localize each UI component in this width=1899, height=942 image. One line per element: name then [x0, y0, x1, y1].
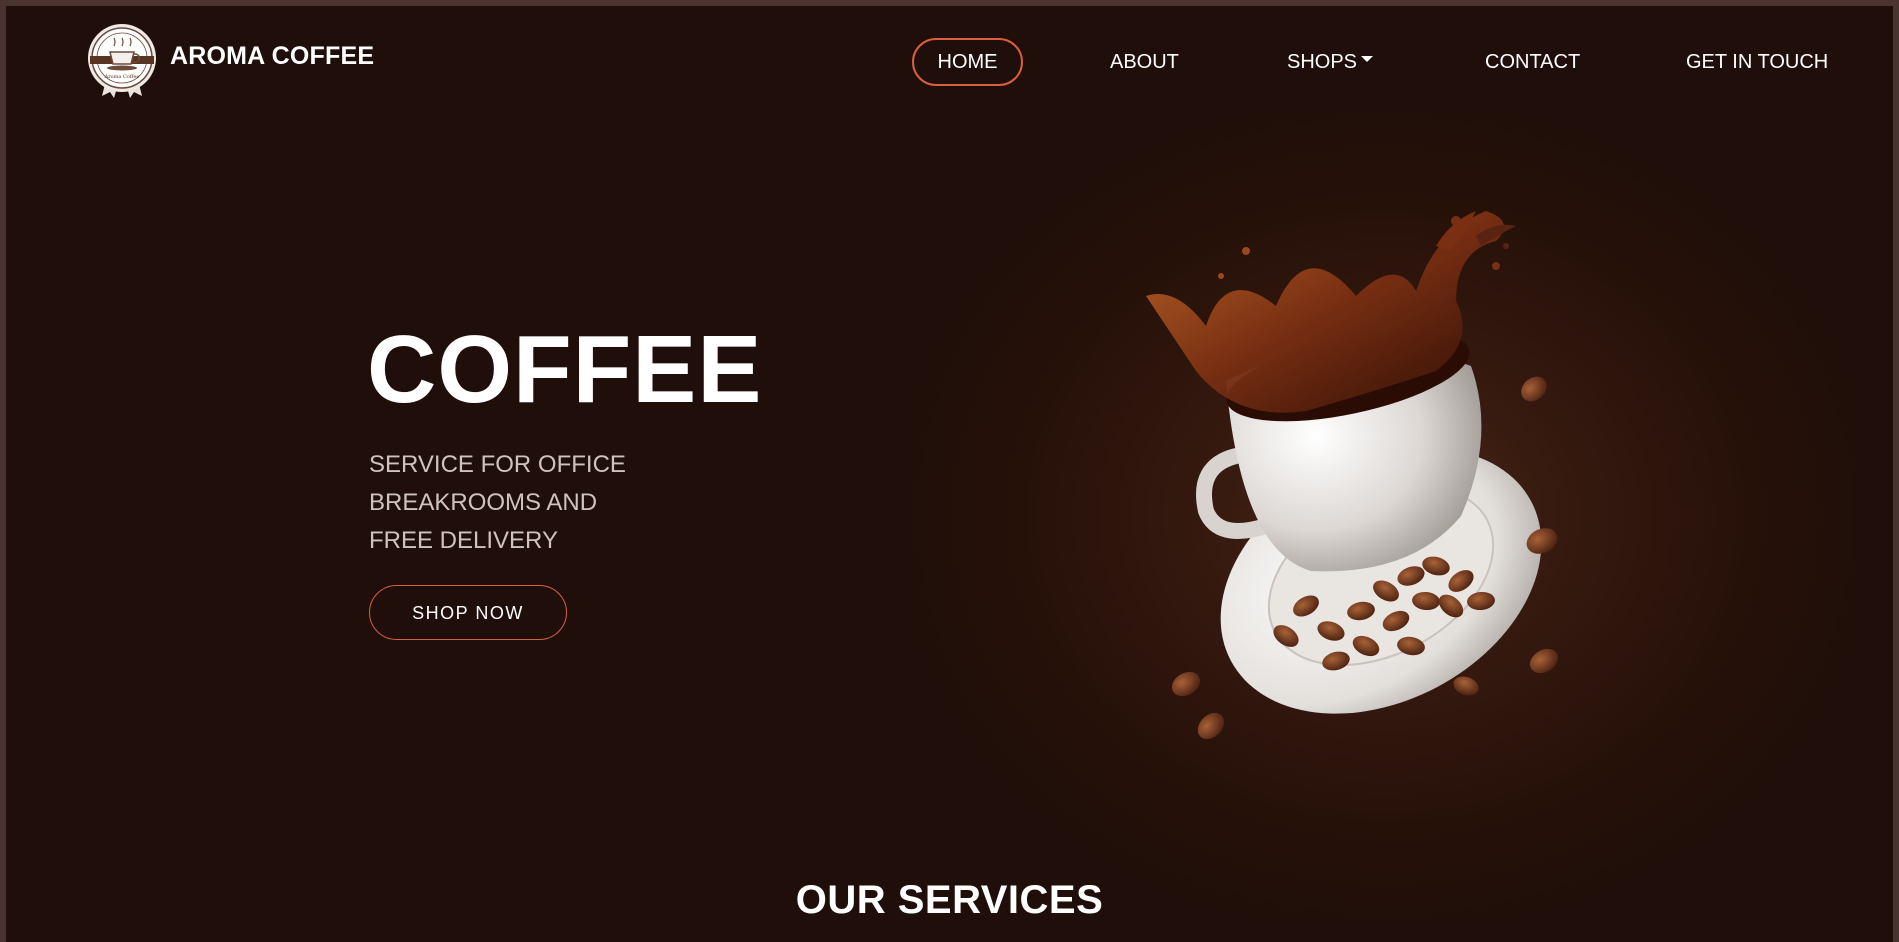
hero-subtitle: SERVICE FOR OFFICE BREAKROOMS AND FREE D…	[369, 446, 669, 560]
services-title: OUR SERVICES	[795, 878, 1104, 922]
nav-item-home[interactable]: HOME	[912, 38, 1023, 86]
nav-item-contact[interactable]: CONTACT	[1485, 38, 1580, 86]
site-header: Aroma Coffee AROMA COFFEE HOME ABOUT SHO…	[6, 6, 1893, 116]
hero-subtitle-line: SERVICE FOR OFFICE	[369, 451, 626, 478]
hero-title: COFFEE	[367, 316, 763, 423]
shop-now-button[interactable]: SHOP NOW	[369, 585, 567, 640]
hero-subtitle-line: FREE DELIVERY	[369, 527, 558, 554]
main-nav: HOME ABOUT SHOPS CONTACT GET IN TOUCH	[6, 38, 1893, 88]
page-frame: Aroma Coffee AROMA COFFEE HOME ABOUT SHO…	[0, 0, 1899, 942]
nav-item-about[interactable]: ABOUT	[1110, 38, 1179, 86]
hero-subtitle-line: BREAKROOMS AND	[369, 489, 598, 516]
nav-item-get-in-touch[interactable]: GET IN TOUCH	[1686, 38, 1828, 86]
coffee-cup-splash-icon	[1146, 211, 1559, 740]
nav-item-shops-label: SHOPS	[1287, 51, 1358, 73]
nav-item-shops[interactable]: SHOPS	[1287, 38, 1374, 86]
caret-down-icon	[1361, 55, 1374, 62]
